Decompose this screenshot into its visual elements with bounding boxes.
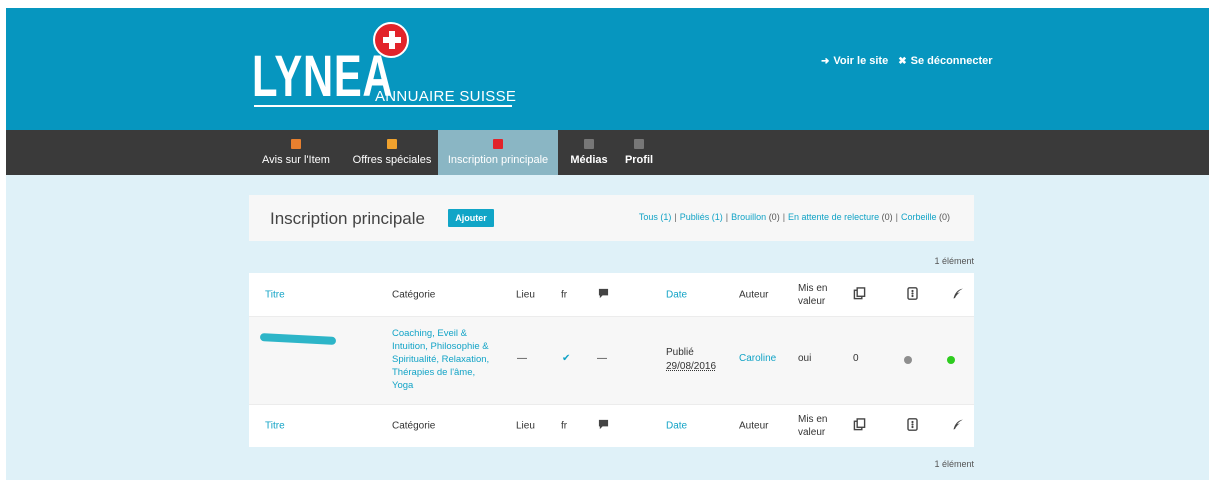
column-language: fr xyxy=(561,289,568,300)
logout-link[interactable]: ✖ Se déconnecter xyxy=(898,55,992,67)
column-place: Lieu xyxy=(516,289,535,300)
column-author-footer: Auteur xyxy=(739,420,769,432)
main-nav: Avis sur l'Item Offres spéciales Inscrip… xyxy=(6,130,1209,175)
status-filters: Tous (1) | Publiés (1) | Brouillon (0) | En at… xyxy=(638,212,950,222)
gift-icon xyxy=(387,139,397,149)
status-light-icon xyxy=(907,286,918,303)
comments-value: — xyxy=(597,353,607,364)
page-title: Inscription principale xyxy=(270,209,425,228)
table-header-row: Titre Catégorie Lieu fr Date Auteur Mis … xyxy=(249,273,974,317)
filter-draft[interactable]: Brouillon xyxy=(731,212,766,222)
translations-icon xyxy=(853,418,866,434)
column-date-footer[interactable]: Date xyxy=(666,421,687,432)
filter-trash[interactable]: Corbeille xyxy=(901,212,937,222)
column-category-footer: Catégorie xyxy=(392,420,436,432)
status-light-icon xyxy=(907,418,918,434)
filter-all[interactable]: Tous (1) xyxy=(639,212,672,222)
comments-icon xyxy=(598,288,609,302)
column-featured: Mis en valeur xyxy=(798,282,828,307)
column-place-footer: Lieu xyxy=(516,420,535,432)
category-links[interactable]: Coaching, Eveil & Intuition, Philosophie… xyxy=(392,327,502,392)
listing-panel: Inscription principale Ajouter Tous (1) |… xyxy=(249,195,974,241)
status-grey-dot xyxy=(904,356,912,364)
filter-pending[interactable]: En attente de relecture xyxy=(788,212,879,222)
user-icon xyxy=(634,139,644,149)
nav-item-reviews[interactable]: Avis sur l'Item xyxy=(256,130,336,175)
column-title-footer[interactable]: Titre xyxy=(265,421,285,432)
column-date[interactable]: Date xyxy=(666,289,687,300)
status-green-dot xyxy=(947,356,955,364)
view-site-link[interactable]: ➜ Voir le site xyxy=(821,55,888,67)
list-icon xyxy=(493,139,503,149)
table-row[interactable]: Coaching, Eveil & Intuition, Philosophie… xyxy=(249,317,974,404)
feather-icon xyxy=(952,419,964,434)
date-value: Publié 29/08/2016 xyxy=(666,347,717,372)
nav-item-profile[interactable]: Profil xyxy=(618,130,660,175)
column-language-footer: fr xyxy=(561,420,568,432)
add-button[interactable]: Ajouter xyxy=(448,209,494,227)
header-links: ➜ Voir le site ✖ Se déconnecter xyxy=(821,55,993,67)
nav-item-main-listing[interactable]: Inscription principale xyxy=(438,130,558,175)
sign-in-icon: ➜ xyxy=(821,55,830,67)
item-count-top: 1 élément xyxy=(934,256,974,266)
media-icon xyxy=(584,139,594,149)
redacted-title[interactable] xyxy=(259,333,337,345)
translations-icon xyxy=(853,286,866,303)
logo-subtitle: ANNUAIRE SUISSE xyxy=(375,88,517,105)
table-footer-row: Titre Catégorie Lieu fr Date Auteur Mis … xyxy=(249,404,974,447)
logo-text[interactable]: LYNEA xyxy=(252,48,393,106)
site-header: LYNEA ANNUAIRE SUISSE ➜ Voir le site ✖ S… xyxy=(6,8,1209,130)
filter-published[interactable]: Publiés (1) xyxy=(680,212,723,222)
featured-value: oui xyxy=(798,353,812,364)
column-featured-footer: Mis en valeur xyxy=(798,414,828,438)
app-frame: LYNEA ANNUAIRE SUISSE ➜ Voir le site ✖ S… xyxy=(6,8,1209,480)
check-icon: ✔ xyxy=(562,353,571,364)
close-icon: ✖ xyxy=(898,55,907,67)
place-value: — xyxy=(517,353,527,364)
star-icon xyxy=(291,139,301,149)
translations-count: 0 xyxy=(853,353,859,364)
column-title[interactable]: Titre xyxy=(265,289,285,300)
item-count-bottom: 1 élément xyxy=(934,459,974,469)
column-author: Auteur xyxy=(739,289,769,300)
author-link[interactable]: Caroline xyxy=(739,353,776,364)
logo-underline xyxy=(254,105,512,107)
listings-table: Titre Catégorie Lieu fr Date Auteur Mis … xyxy=(249,273,974,447)
nav-item-media[interactable]: Médias xyxy=(564,130,614,175)
swiss-cross-icon xyxy=(373,22,409,58)
feather-icon xyxy=(952,287,964,302)
comments-icon xyxy=(598,419,609,433)
column-category: Catégorie xyxy=(392,289,436,300)
nav-item-offers[interactable]: Offres spéciales xyxy=(346,130,438,175)
